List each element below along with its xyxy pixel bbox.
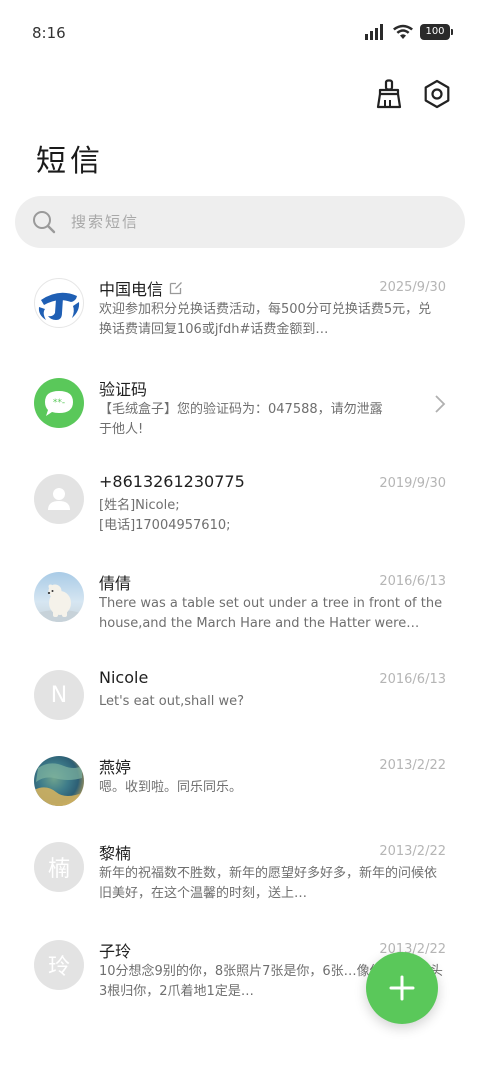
contact-name: 倩倩 [99,570,131,594]
message-item[interactable]: N Nicole 2016/6/13 Let's eat out,shall w… [0,668,480,762]
message-item[interactable]: **- 验证码 【毛绒盒子】您的验证码为：047588，请勿泄露于他人! [0,378,480,470]
search-bar[interactable] [15,196,465,248]
contact-name-text: Nicole [99,668,149,687]
avatar: 玲 [34,940,84,990]
message-date: 2016/6/13 [379,672,446,687]
avatar: 楠 [34,842,84,892]
contact-name-text: 黎楠 [99,844,132,863]
contact-name: +8613261230775 [99,472,245,491]
page-title: 短信 [36,144,104,179]
chevron-right-icon [435,395,446,413]
message-preview: [姓名]Nicole; [电话]17004957610; [99,498,231,533]
avatar: N [34,670,84,720]
message-item[interactable]: 倩倩 2016/6/13 There was a table set out u… [0,572,480,664]
contact-name-text: 子玲 [99,942,132,961]
avatar [34,278,84,328]
contact-name-text: 验证码 [99,380,148,399]
message-preview: 欢迎参加积分兑换话费活动，每500分可兑换话费5元，兑换话费请回复106或jfd… [99,302,432,337]
battery-indicator: 100 [420,24,453,40]
contact-name: 验证码 [99,376,147,400]
contact-name-text: 燕婷 [99,758,132,777]
avatar [34,756,84,806]
china-telecom-logo-icon [38,292,80,320]
top-actions [374,78,452,110]
message-preview: 嗯。收到啦。同乐同乐。 [99,780,243,795]
signal-icon [365,24,383,40]
settings-button[interactable] [422,78,452,110]
broom-icon [376,79,402,109]
contact-name-text: 倩倩 [99,574,132,593]
message-item[interactable]: +8613261230775 2019/9/30 [姓名]Nicole; [电话… [0,472,480,566]
message-item[interactable]: 燕婷 2013/2/22 嗯。收到啦。同乐同乐。 [0,756,480,848]
contact-name: 子玲 [99,938,131,962]
new-message-button[interactable] [366,952,438,1024]
contact-name: 燕婷 [99,754,131,778]
search-input[interactable] [71,213,431,231]
polar-bear-photo-icon [35,584,83,622]
avatar: **- [34,378,84,428]
plus-icon [389,975,415,1001]
message-date: 2013/2/22 [379,844,446,859]
search-icon [33,211,56,234]
message-preview: 新年的祝福数不胜数，新年的愿望好多好多，新年的问候依旧美好，在这个温馨的时刻，送… [99,866,438,901]
status-time: 8:16 [32,24,66,42]
message-date: 2019/9/30 [379,476,446,491]
contact-name: 黎楠 [99,840,131,864]
clean-button[interactable] [374,78,404,110]
message-preview: Let's eat out,shall we? [99,694,245,709]
status-bar: 8:16 100 [0,0,480,66]
wifi-icon [393,24,413,39]
contact-name-text: 中国电信 [99,280,164,299]
message-date: 2025/9/30 [379,280,446,295]
svg-text:**-: **- [53,398,65,408]
edit-icon [169,282,182,295]
message-preview: 【毛绒盒子】您的验证码为：047588，请勿泄露于他人! [99,402,383,437]
contact-name: 中国电信 [99,276,183,300]
status-icons: 100 [364,24,453,40]
message-item[interactable]: 中国电信 2025/9/30 欢迎参加积分兑换话费活动，每500分可兑换话费5元… [0,278,480,370]
avatar [34,474,84,524]
message-date: 2016/6/13 [379,574,446,589]
contact-name: Nicole [99,668,148,687]
message-preview: There was a table set out under a tree i… [99,596,443,631]
contact-name-text: +8613261230775 [99,472,245,491]
message-bubble-icon: **- [45,391,73,416]
landscape-photo-icon [34,763,84,806]
person-icon [48,488,70,510]
message-date: 2013/2/22 [379,758,446,773]
message-item[interactable]: 楠 黎楠 2013/2/22 新年的祝福数不胜数，新年的愿望好多好多，新年的问候… [0,842,480,934]
settings-icon [424,79,450,109]
avatar [34,572,84,622]
